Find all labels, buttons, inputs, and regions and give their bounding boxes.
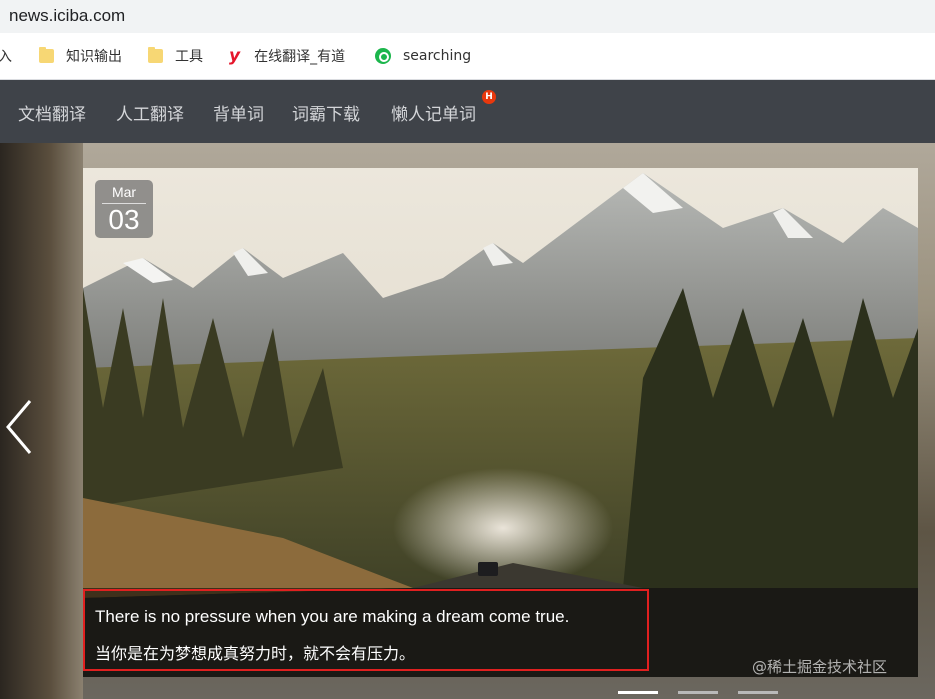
folder-icon <box>148 47 163 63</box>
chevron-left-icon[interactable] <box>4 395 40 459</box>
address-bar[interactable]: news.iciba.com <box>0 0 935 33</box>
carousel-indicators <box>618 691 778 695</box>
nav-item-vocabulary[interactable]: 背单词 <box>213 100 264 125</box>
bookmark-folder-tools[interactable]: 工具 <box>148 45 203 67</box>
site-nav: 文档翻译 人工翻译 背单词 词霸下载 懒人记单词 <box>0 80 935 143</box>
nav-item-download[interactable]: 词霸下载 <box>292 100 360 125</box>
bookmark-item-truncated[interactable]: 入 <box>0 45 12 67</box>
bookmark-label: 知识输出 <box>66 49 122 65</box>
nav-item-doc-translate[interactable]: 文档翻译 <box>18 100 86 125</box>
search-icon <box>375 48 391 64</box>
bookmark-youdao[interactable]: y 在线翻译_有道 <box>229 45 345 67</box>
caption-chinese: 当你是在为梦想成真努力时，就不会有压力。 <box>95 644 416 663</box>
bookmark-searching[interactable]: searching <box>375 45 471 67</box>
nav-item-human-translate[interactable]: 人工翻译 <box>116 100 184 125</box>
url-text[interactable]: news.iciba.com <box>9 6 125 26</box>
hot-badge: H <box>482 90 496 104</box>
caption-english: There is no pressure when you are making… <box>95 607 570 626</box>
folder-icon <box>39 47 54 63</box>
bookmark-label: 入 <box>0 49 12 65</box>
bookmark-label: searching <box>403 48 472 64</box>
youdao-logo-icon: y <box>229 46 241 66</box>
carousel-dot-3[interactable] <box>738 691 778 694</box>
watermark: @稀土掘金技术社区 <box>752 658 888 676</box>
bookmark-folder-knowledge[interactable]: 知识输出 <box>39 45 122 67</box>
bookmarks-bar: 入 知识输出 工具 y 在线翻译_有道 searching <box>0 33 935 80</box>
bookmark-label: 在线翻译_有道 <box>254 49 346 65</box>
bookmark-label: 工具 <box>175 49 203 65</box>
date-day: 03 <box>108 204 140 235</box>
date-month: Mar <box>111 184 137 200</box>
carousel-dot-1[interactable] <box>618 691 658 694</box>
date-badge: Mar 03 <box>95 180 153 238</box>
nav-item-lazy-words[interactable]: 懒人记单词 <box>391 100 476 125</box>
carousel-dot-2[interactable] <box>678 691 718 694</box>
